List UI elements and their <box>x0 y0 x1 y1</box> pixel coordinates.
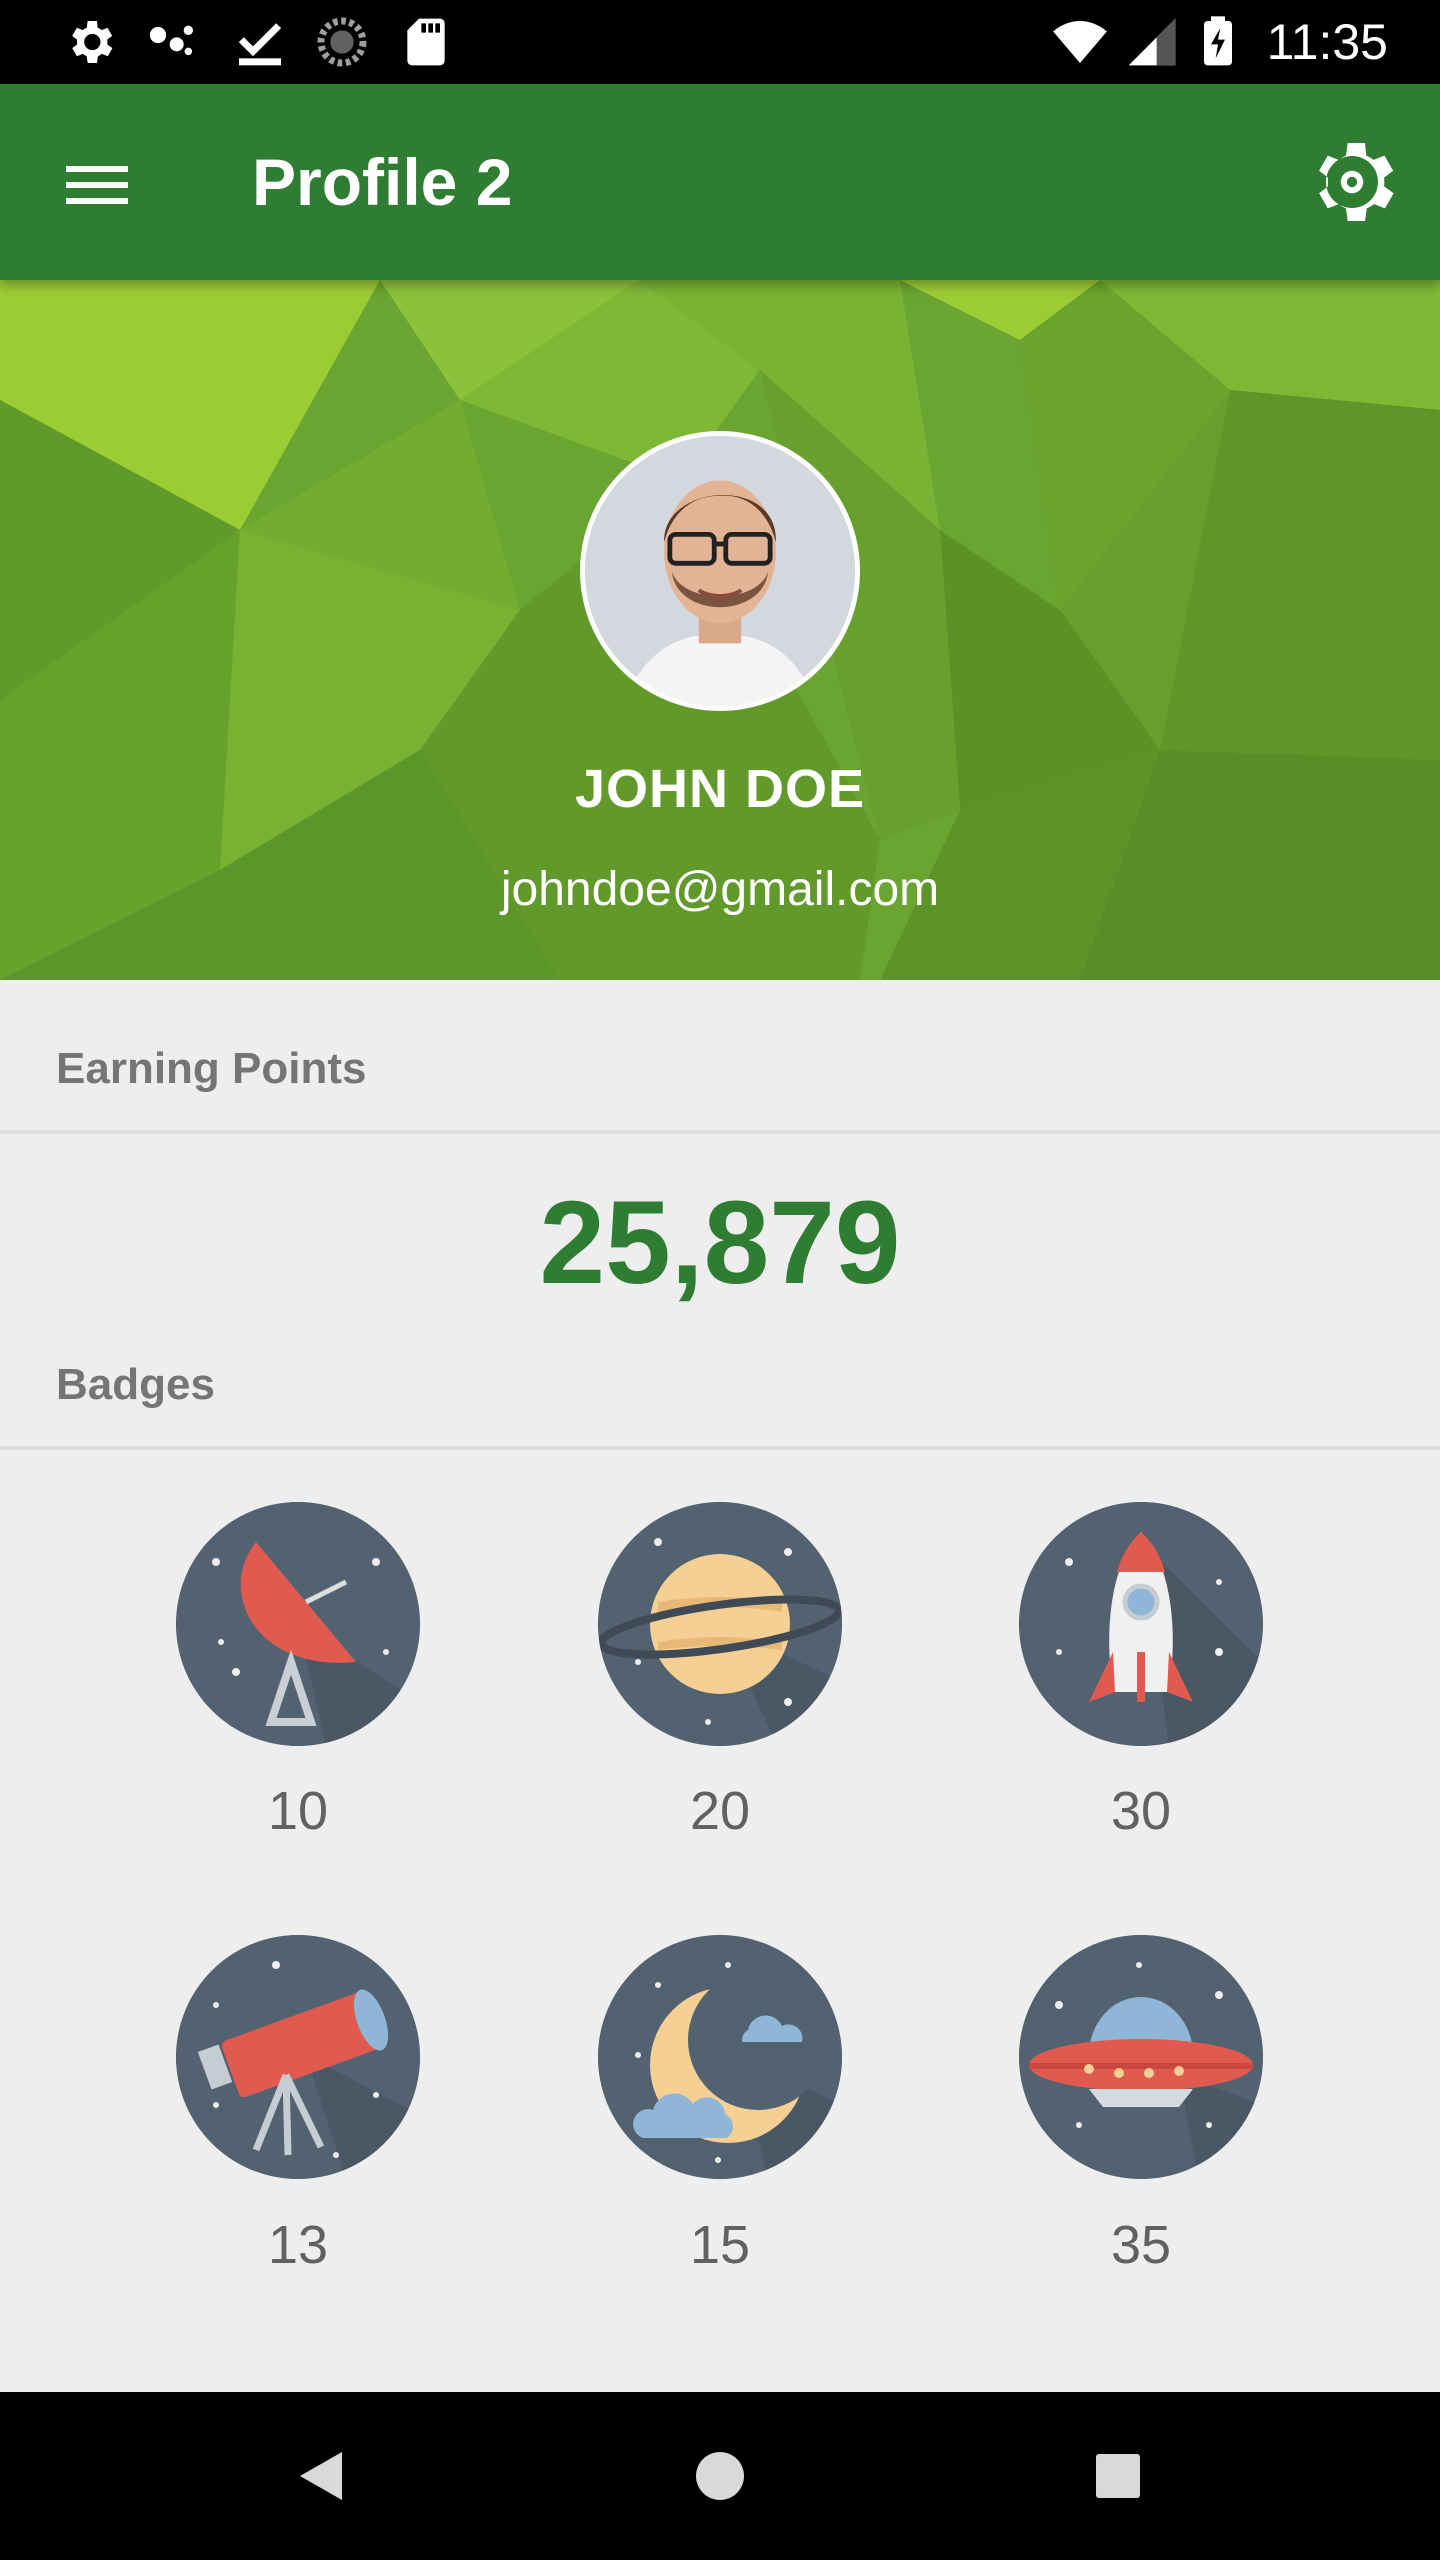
profile-header: JOHN DOE johndoe@gmail.com <box>0 280 1440 980</box>
settings-button[interactable] <box>1300 130 1404 234</box>
rocket-icon <box>1019 1502 1263 1746</box>
divider <box>0 1130 1440 1134</box>
badges-label: Badges <box>56 1360 215 1409</box>
menu-button[interactable] <box>48 136 144 232</box>
navigation-bar <box>0 2392 1440 2560</box>
menu-icon <box>48 166 144 236</box>
battery-charging-icon <box>1190 14 1246 70</box>
telescope-icon <box>176 1935 420 2179</box>
signal-icon <box>1124 14 1180 70</box>
badge-rocket[interactable] <box>1019 1502 1263 1746</box>
profile-content: Earning Points 25,879 Badges 10 20 30 13… <box>0 980 1440 2392</box>
earning-points-value: 25,879 <box>539 1177 901 1309</box>
avatar-photo <box>585 436 855 706</box>
avatar[interactable] <box>580 431 860 711</box>
recents-icon <box>1076 2454 1160 2522</box>
badge-satellite-dish[interactable] <box>176 1502 420 1746</box>
badge-count: 10 <box>267 1781 329 1841</box>
user-email: johndoe@gmail.com <box>500 863 940 916</box>
badge-count: 35 <box>1110 2215 1172 2275</box>
app-bar: Profile 2 <box>0 84 1440 280</box>
satellite-dish-icon <box>176 1502 420 1746</box>
home-button[interactable] <box>678 2434 762 2518</box>
badge-moon-cloud[interactable] <box>598 1935 842 2179</box>
badge-count: 30 <box>1110 1781 1172 1841</box>
badge-ufo[interactable] <box>1019 1935 1263 2179</box>
loading-icon <box>314 14 370 70</box>
ufo-icon <box>1019 1935 1263 2179</box>
download-done-icon <box>232 14 288 70</box>
badge-telescope[interactable] <box>176 1935 420 2179</box>
user-name: JOHN DOE <box>574 759 866 819</box>
wifi-icon <box>1052 14 1108 70</box>
home-icon <box>678 2452 762 2522</box>
badge-count: 13 <box>267 2215 329 2275</box>
sd-card-icon <box>398 14 454 70</box>
planet-icon <box>598 1502 842 1746</box>
status-bar: 11:35 <box>0 0 1440 84</box>
badge-planet[interactable] <box>598 1502 842 1746</box>
gear-icon <box>62 14 118 70</box>
recents-button[interactable] <box>1076 2434 1160 2518</box>
page-title: Profile 2 <box>252 145 513 219</box>
clock: 11:35 <box>1266 14 1388 70</box>
moon-cloud-icon <box>598 1935 842 2179</box>
badge-count: 20 <box>689 1781 751 1841</box>
back-icon <box>278 2452 362 2522</box>
badge-count: 15 <box>689 2215 751 2275</box>
dots-icon <box>144 14 200 70</box>
back-button[interactable] <box>278 2434 362 2518</box>
earning-points-label: Earning Points <box>56 1044 367 1093</box>
gear-icon <box>1300 143 1404 238</box>
divider <box>0 1446 1440 1450</box>
